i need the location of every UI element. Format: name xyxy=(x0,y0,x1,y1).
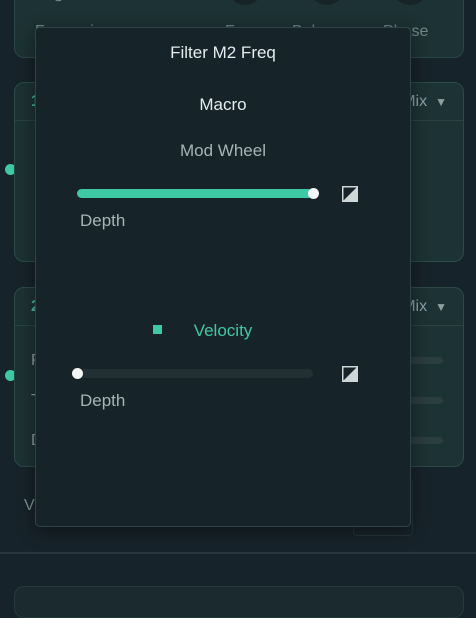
depth-label: Depth xyxy=(80,391,126,410)
freq-knob[interactable] xyxy=(227,0,263,5)
invert-icon[interactable] xyxy=(342,186,358,202)
modulation-popup: Filter M2 Freq Macro Mod Wheel Depth Vel… xyxy=(35,27,411,527)
popup-title: Filter M2 Freq xyxy=(170,43,276,62)
source-mod-wheel[interactable]: Mod Wheel xyxy=(36,141,410,161)
velocity-depth-slider[interactable] xyxy=(72,368,313,379)
slider-thumb[interactable] xyxy=(308,188,319,199)
slider-thumb[interactable] xyxy=(72,368,83,379)
section-divider xyxy=(0,552,476,554)
chevron-down-icon: ▼ xyxy=(435,300,447,314)
section-heading: Macro xyxy=(199,95,247,114)
balance-knob[interactable] xyxy=(309,0,345,5)
depth-label: Depth xyxy=(80,211,126,230)
bypass-icon[interactable]: ⌀ xyxy=(55,0,63,5)
chevron-down-icon: ▼ xyxy=(435,95,447,109)
invert-icon[interactable] xyxy=(342,366,358,382)
bottom-card xyxy=(14,586,464,618)
phase-knob[interactable] xyxy=(392,0,428,5)
mod-wheel-depth-slider[interactable] xyxy=(77,188,319,199)
slider-fill xyxy=(77,189,313,198)
lower-label: V xyxy=(24,497,35,514)
source-velocity[interactable]: Velocity xyxy=(36,321,410,341)
